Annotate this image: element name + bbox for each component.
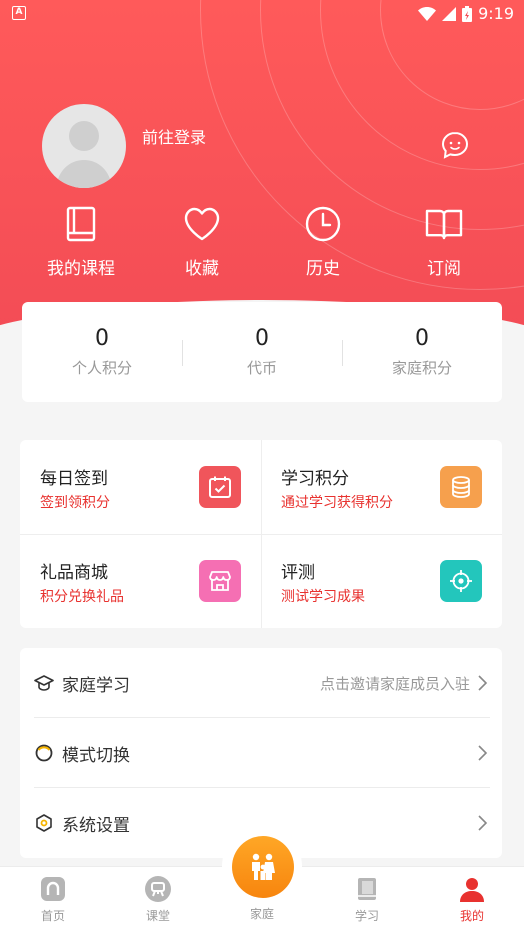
study-book-icon [358, 878, 376, 900]
feature-title: 学习积分 [281, 469, 349, 489]
stat-value: 0 [95, 326, 109, 351]
stat-label: 家庭积分 [391, 359, 452, 377]
home-icon [41, 877, 65, 901]
feature-title: 评测 [281, 563, 315, 583]
ring-icon [35, 744, 53, 762]
chat-bubble-icon[interactable] [440, 130, 470, 160]
quick-label: 历史 [306, 259, 340, 279]
tab-family[interactable] [232, 836, 294, 898]
quick-label: 我的课程 [47, 259, 115, 279]
stat-value: 0 [255, 326, 269, 351]
tab-label: 学习 [354, 909, 379, 923]
status-bar: A 9:19 [0, 0, 524, 28]
points-summary-card: 0 个人积分 0 代币 0 家庭积分 [22, 302, 502, 402]
quick-label: 收藏 [185, 259, 219, 279]
row-label: 模式切换 [62, 745, 130, 766]
app-notification-icon: A [12, 6, 26, 20]
book-icon [66, 206, 96, 242]
shop-icon [199, 560, 241, 602]
feature-subtitle: 通过学习获得积分 [281, 495, 393, 511]
target-icon [440, 560, 482, 602]
feature-subtitle: 签到领积分 [40, 495, 110, 511]
feature-subtitle: 测试学习成果 [281, 589, 365, 605]
quick-my-courses[interactable]: 我的课程 [31, 204, 131, 279]
row-family-learning[interactable]: 家庭学习 点击邀请家庭成员入驻 [34, 648, 490, 718]
feature-subtitle: 积分兑换礼品 [40, 589, 124, 605]
feature-title: 每日签到 [40, 469, 108, 489]
chevron-right-icon [478, 815, 488, 831]
chevron-right-icon [478, 745, 488, 761]
tab-mine[interactable]: 我的 [432, 867, 512, 932]
stat-family-points[interactable]: 0 家庭积分 [342, 302, 502, 402]
quick-history[interactable]: 历史 [273, 204, 373, 279]
signal-icon [442, 6, 457, 21]
tab-label: 课堂 [145, 909, 170, 923]
stat-label: 个人积分 [71, 359, 132, 377]
quick-subscribe[interactable]: 订阅 [394, 204, 494, 279]
heart-icon [184, 207, 220, 241]
row-hint: 点击邀请家庭成员入驻 [319, 674, 470, 693]
tab-label: 我的 [459, 909, 484, 923]
row-label: 家庭学习 [62, 675, 130, 696]
login-link[interactable]: 前往登录 [142, 124, 206, 148]
user-icon [460, 878, 484, 902]
family-icon [252, 853, 275, 880]
stat-value: 0 [415, 326, 429, 351]
clock-icon [305, 206, 341, 242]
feature-gift-mall[interactable]: 礼品商城 积分兑换礼品 [20, 534, 261, 628]
feature-grid: 每日签到 签到领积分 学习积分 通过学习获得积分 礼品商城 积分兑换礼品 评测 … [20, 440, 502, 628]
feature-daily-checkin[interactable]: 每日签到 签到领积分 [20, 440, 261, 534]
status-time: 9:19 [478, 4, 514, 23]
row-mode-switch[interactable]: 模式切换 [34, 718, 490, 788]
tab-classroom[interactable]: 课堂 [118, 867, 198, 932]
feature-study-points[interactable]: 学习积分 通过学习获得积分 [261, 440, 502, 534]
wifi-icon [418, 6, 437, 21]
tab-home[interactable]: 首页 [13, 867, 93, 932]
stat-label: 代币 [246, 359, 277, 377]
tab-study[interactable]: 学习 [327, 867, 407, 932]
classroom-icon [145, 876, 171, 902]
avatar[interactable] [42, 104, 126, 188]
hexagon-icon [36, 814, 52, 832]
stat-personal-points[interactable]: 0 个人积分 [22, 302, 182, 402]
open-book-icon [425, 209, 463, 240]
tab-label: 家庭 [249, 907, 274, 921]
graduation-cap-icon [34, 675, 54, 691]
tab-label: 首页 [40, 909, 65, 923]
user-silhouette-icon [56, 121, 112, 188]
quick-favorites[interactable]: 收藏 [152, 204, 252, 279]
feature-title: 礼品商城 [40, 563, 108, 583]
quick-label: 订阅 [427, 259, 461, 279]
calendar-check-icon [199, 466, 241, 508]
feature-assessment[interactable]: 评测 测试学习成果 [261, 534, 502, 628]
battery-icon [462, 5, 473, 22]
stat-tokens[interactable]: 0 代币 [182, 302, 342, 402]
coins-icon [440, 466, 482, 508]
chevron-right-icon [478, 675, 488, 691]
